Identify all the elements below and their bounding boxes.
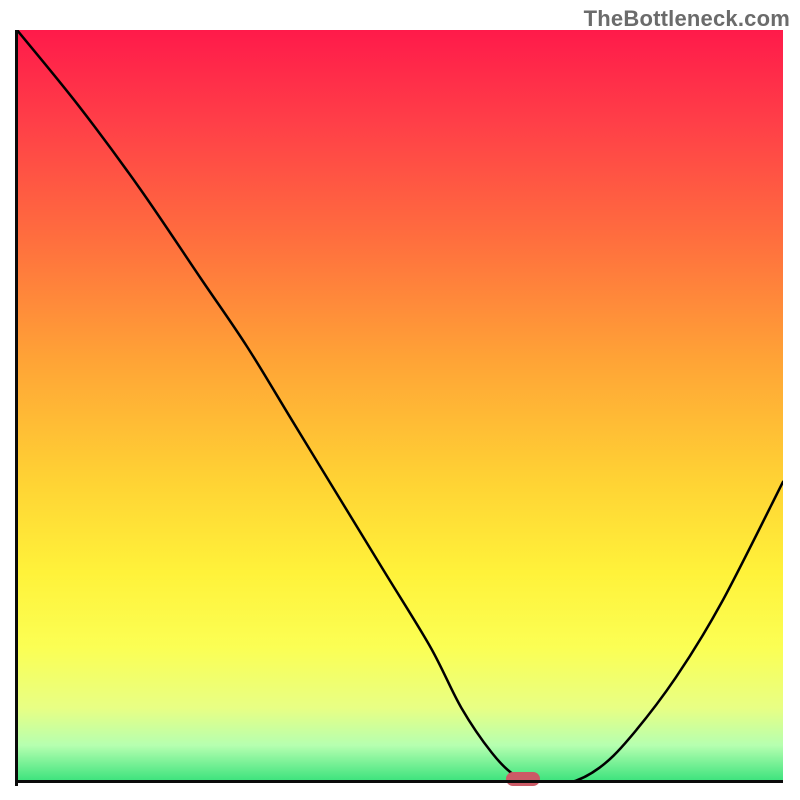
plot-area — [17, 30, 783, 783]
optimal-point-marker — [506, 772, 540, 786]
bottleneck-curve — [17, 30, 783, 783]
source-watermark: TheBottleneck.com — [584, 6, 790, 32]
y-axis-line — [15, 30, 18, 786]
chart-stage: TheBottleneck.com — [0, 0, 800, 800]
x-axis-line — [17, 780, 783, 783]
